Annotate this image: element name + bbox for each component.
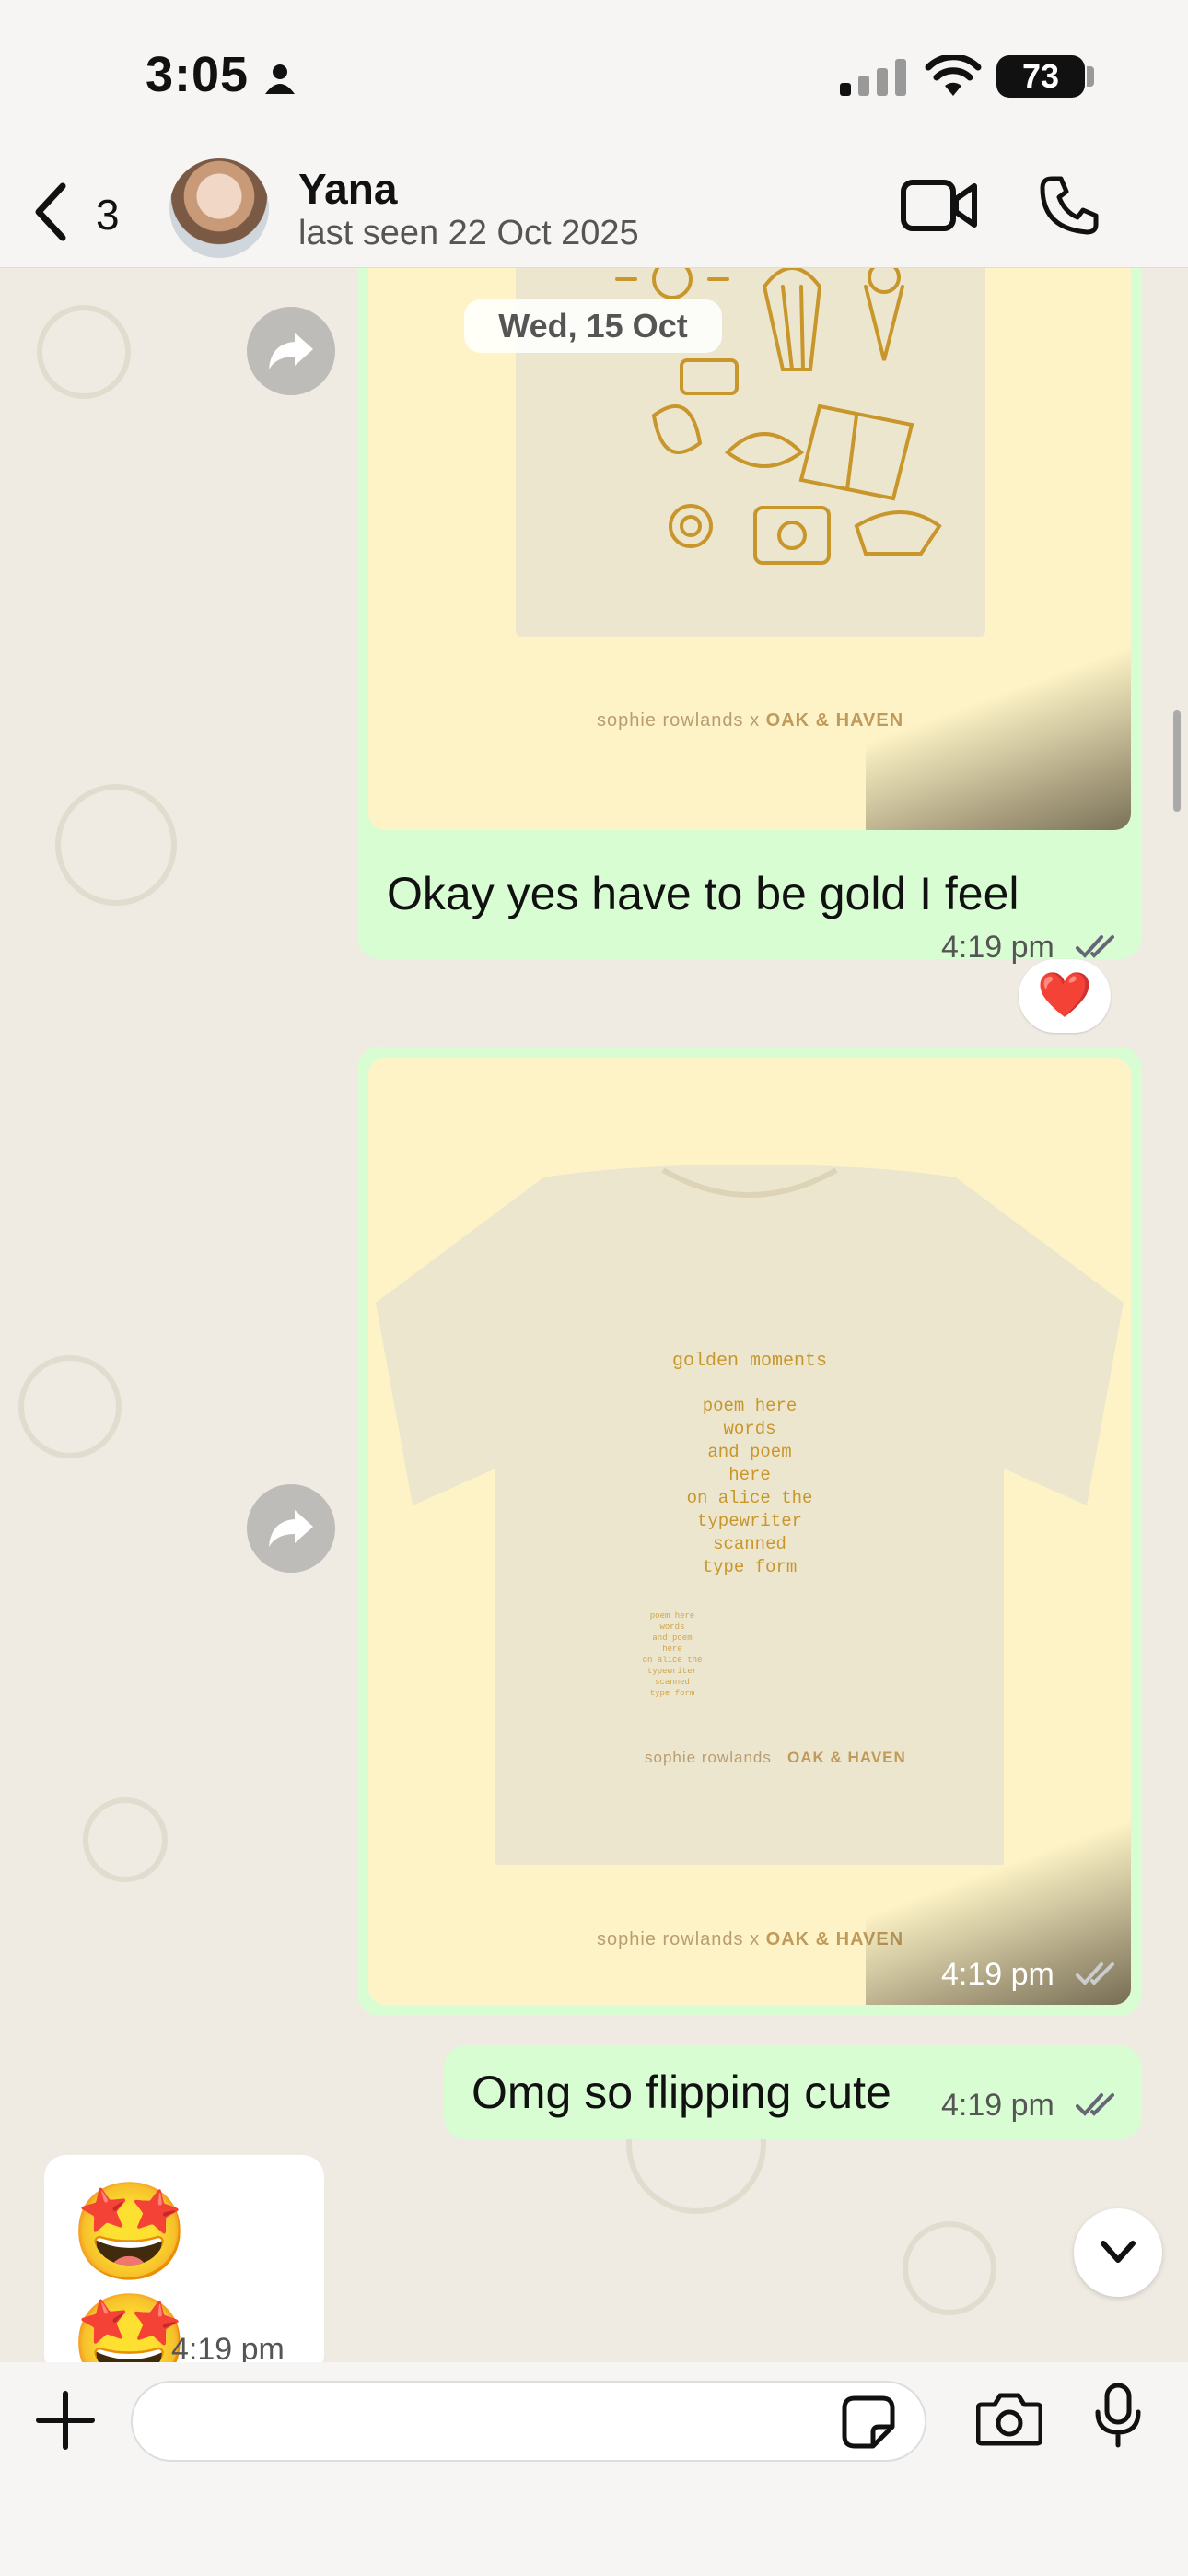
message-input[interactable]	[131, 2381, 926, 2462]
message-reaction[interactable]: ❤️	[1019, 959, 1111, 1033]
cellular-signal-icon	[840, 59, 906, 96]
wallpaper-doodle	[83, 1797, 168, 1882]
message-text: Omg so flipping cute	[472, 2067, 891, 2118]
incoming-message-bubble[interactable]: 🤩 🤩 4:19 pm	[44, 2155, 324, 2362]
image-brand-caption: sophie rowlands x OAK & HAVEN	[597, 1929, 904, 1950]
scroll-to-bottom-button[interactable]	[1074, 2208, 1162, 2297]
battery-cap	[1087, 66, 1094, 87]
wallpaper-doodle	[37, 305, 131, 399]
chat-area[interactable]: sophie rowlands x OAK & HAVEN Okay yes h…	[0, 268, 1188, 2362]
forward-button[interactable]	[247, 307, 335, 395]
chevron-down-icon	[1101, 2241, 1136, 2263]
wallpaper-doodle	[55, 784, 177, 906]
forward-button[interactable]	[247, 1484, 335, 1573]
outgoing-message-bubble[interactable]: golden moments poem here words and poem …	[357, 1047, 1142, 2016]
status-bar: 3:05 73	[0, 0, 1188, 157]
message-time: 4:19 pm	[941, 1957, 1054, 1992]
sticker-icon[interactable]	[842, 2395, 895, 2449]
phone-icon[interactable]	[1039, 175, 1100, 236]
poem-body: poem here words and poem here on alice t…	[686, 1396, 813, 1577]
read-receipt-icon	[1076, 935, 1114, 958]
message-image[interactable]: golden moments poem here words and poem …	[368, 1058, 1131, 2005]
message-time: 4:19 pm	[171, 2332, 285, 2362]
contact-avatar[interactable]	[169, 158, 269, 258]
tshirt-brand-print: sophie rowlands OAK & HAVEN	[645, 1749, 906, 1766]
message-time: 4:19 pm	[941, 2088, 1054, 2123]
outgoing-message-bubble[interactable]: sophie rowlands x OAK & HAVEN Okay yes h…	[357, 268, 1142, 965]
video-call-icon[interactable]	[901, 177, 978, 234]
wallpaper-doodle	[18, 1355, 122, 1458]
microphone-icon[interactable]	[1094, 2383, 1142, 2449]
image-shading	[866, 637, 1131, 830]
outgoing-message-bubble[interactable]: Omg so flipping cute 4:19 pm	[444, 2045, 1142, 2139]
forward-arrow-icon	[269, 333, 313, 369]
scrollbar[interactable]	[1173, 710, 1181, 812]
message-time: 4:19 pm	[941, 930, 1054, 965]
contact-name[interactable]: Yana	[298, 164, 397, 214]
chevron-left-icon	[35, 182, 66, 241]
chat-header: 3 Yana last seen 22 Oct 2025	[0, 157, 1188, 268]
status-time: 3:05	[146, 47, 250, 102]
date-separator: Wed, 15 Oct	[464, 299, 722, 353]
poem-title: golden moments	[671, 1351, 828, 1372]
person-icon	[265, 64, 295, 94]
unread-count: 3	[96, 191, 120, 239]
forward-arrow-icon	[269, 1510, 313, 1547]
read-receipt-icon	[1076, 1962, 1114, 1985]
contact-last-seen: last seen 22 Oct 2025	[298, 214, 639, 252]
wifi-icon	[925, 55, 982, 96]
poem-small-print: poem here words and poem here on alice t…	[642, 1611, 703, 1698]
wallpaper-doodle	[903, 2221, 996, 2315]
camera-icon[interactable]	[976, 2392, 1042, 2447]
battery-level: 73	[996, 55, 1085, 98]
message-caption: Okay yes have to be gold I feel	[387, 868, 1019, 919]
image-brand-caption: sophie rowlands x OAK & HAVEN	[597, 710, 904, 731]
back-button[interactable]: 3	[31, 177, 142, 251]
attach-plus-icon[interactable]	[35, 2390, 96, 2451]
message-composer	[0, 2362, 1188, 2576]
read-receipt-icon	[1076, 2093, 1114, 2116]
